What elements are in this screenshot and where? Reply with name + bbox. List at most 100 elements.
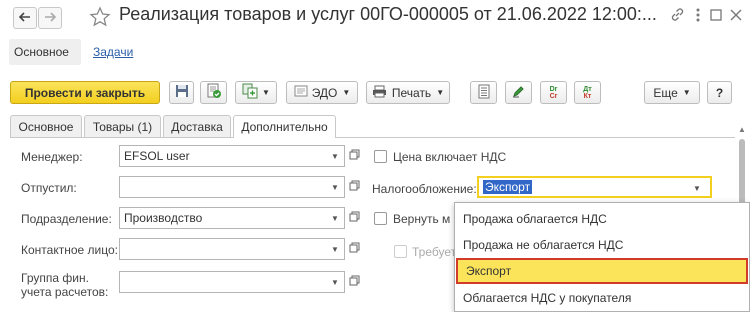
more-button[interactable]: Еще ▼: [644, 81, 700, 104]
released-dropdown-button[interactable]: ▼: [326, 176, 344, 198]
post-and-close-button[interactable]: Провести и закрыть: [10, 81, 160, 104]
manager-value: EFSOL user: [124, 149, 190, 163]
tab-delivery[interactable]: Доставка: [163, 115, 231, 137]
nav-tasks-link[interactable]: Задачи: [93, 45, 133, 59]
manager-open-button[interactable]: [345, 145, 363, 167]
print-button[interactable]: Печать ▼: [366, 81, 450, 104]
dropdown-option-selected[interactable]: Экспорт: [456, 258, 748, 284]
create-based-on-button[interactable]: ▼: [235, 81, 277, 104]
help-button[interactable]: ?: [707, 81, 732, 104]
open-window-icon: [349, 240, 360, 258]
close-button[interactable]: [728, 9, 744, 25]
dropdown-option[interactable]: Продажа облагается НДС: [455, 206, 749, 232]
dr-cr-icon: Dr Cr: [549, 85, 558, 100]
chevron-down-icon: ▼: [331, 182, 339, 192]
arrow-left-icon: [18, 9, 31, 27]
taxation-dropdown-button[interactable]: ▼: [688, 177, 706, 199]
chevron-down-icon: ▼: [693, 183, 701, 193]
create-based-icon: [242, 83, 258, 102]
chevron-down-icon: ▼: [331, 244, 339, 254]
taxation-field[interactable]: Экспорт: [477, 176, 712, 198]
debit-credit-button[interactable]: Dr Cr: [540, 81, 567, 104]
price-includes-vat-checkbox[interactable]: [374, 150, 387, 163]
maximize-icon: [709, 8, 723, 27]
tab-additional[interactable]: Дополнительно: [233, 115, 336, 138]
chevron-down-icon: ▼: [331, 277, 339, 287]
division-label: Подразделение:: [21, 212, 112, 226]
released-label: Отпустил:: [21, 181, 77, 195]
window-title: Реализация товаров и услуг 00ГО-000005 о…: [119, 4, 657, 24]
taxation-dropdown-list: Продажа облагается НДС Продажа не облага…: [454, 202, 750, 312]
scroll-up-arrow[interactable]: ▲: [738, 125, 746, 134]
chevron-down-icon: ▼: [262, 88, 270, 97]
dropdown-option[interactable]: Продажа не облагается НДС: [455, 232, 749, 258]
group-open-button[interactable]: [345, 271, 363, 293]
manager-dropdown-button[interactable]: ▼: [326, 145, 344, 167]
open-window-icon: [349, 147, 360, 165]
pen-edit-icon: [511, 84, 526, 102]
forward-button[interactable]: [38, 7, 62, 29]
contact-field[interactable]: [119, 238, 345, 260]
group-field[interactable]: [119, 271, 345, 293]
requires-checkbox[interactable]: [394, 245, 407, 258]
nav-main-label: Основное: [14, 45, 69, 59]
tab-main[interactable]: Основное: [10, 115, 82, 137]
link-button[interactable]: [669, 7, 685, 27]
open-window-icon: [349, 178, 360, 196]
back-button[interactable]: [13, 7, 37, 29]
menu-button[interactable]: [690, 7, 706, 28]
edit-tool-button[interactable]: [505, 81, 532, 104]
post-document-button[interactable]: [200, 81, 227, 104]
division-field[interactable]: Производство: [119, 207, 345, 229]
open-window-icon: [349, 273, 360, 291]
edo-icon: [294, 85, 308, 100]
maximize-button[interactable]: [708, 8, 724, 27]
list-document-icon: [478, 84, 490, 102]
return-checkbox[interactable]: [374, 212, 387, 225]
manager-label: Менеджер:: [21, 150, 83, 164]
edo-button[interactable]: ЭДО ▼: [286, 81, 358, 104]
dt-kt-button[interactable]: Дт Кт: [574, 81, 601, 104]
document-journal-button[interactable]: [470, 81, 497, 104]
chevron-down-icon: ▼: [436, 88, 445, 97]
price-includes-vat-label: Цена включает НДС: [393, 150, 507, 164]
arrow-right-icon: [44, 9, 57, 27]
division-value: Производство: [124, 211, 203, 225]
contact-open-button[interactable]: [345, 238, 363, 260]
requires-label: Требует: [412, 245, 457, 259]
star-icon: [89, 6, 111, 32]
close-icon: [730, 8, 742, 26]
edo-label: ЭДО: [311, 85, 338, 100]
tabs-baseline: [10, 137, 735, 138]
chevron-down-icon: ▼: [342, 88, 351, 97]
dropdown-option[interactable]: Облагается НДС у покупателя: [455, 285, 749, 311]
floppy-disk-icon: [175, 84, 189, 101]
chevron-down-icon: ▼: [331, 213, 339, 223]
contact-label: Контактное лицо:: [21, 243, 118, 257]
return-label: Вернуть м: [393, 212, 451, 226]
contact-dropdown-button[interactable]: ▼: [326, 238, 344, 260]
chevron-down-icon: ▼: [331, 151, 339, 161]
tab-goods[interactable]: Товары (1): [84, 115, 161, 137]
document-post-icon: [206, 83, 222, 102]
chevron-down-icon: ▼: [682, 88, 691, 97]
print-label: Печать: [391, 85, 432, 100]
dt-kt-icon: Дт Кт: [583, 85, 592, 100]
more-label: Еще: [653, 85, 678, 100]
link-icon: [670, 7, 685, 27]
open-window-icon: [349, 209, 360, 227]
favorite-star-button[interactable]: [89, 6, 111, 28]
group-dropdown-button[interactable]: ▼: [326, 271, 344, 293]
more-vertical-icon: [695, 7, 701, 28]
division-dropdown-button[interactable]: ▼: [326, 207, 344, 229]
division-open-button[interactable]: [345, 207, 363, 229]
group-label-line2: учета расчетов:: [21, 285, 109, 299]
save-button[interactable]: [169, 81, 194, 104]
released-field[interactable]: [119, 176, 345, 198]
group-label-line1: Группа фин.: [21, 271, 89, 285]
printer-icon: [372, 85, 387, 101]
manager-field[interactable]: EFSOL user: [119, 145, 345, 167]
taxation-label: Налогообложение:: [372, 182, 477, 196]
released-open-button[interactable]: [345, 176, 363, 198]
taxation-value: Экспорт: [483, 180, 533, 194]
